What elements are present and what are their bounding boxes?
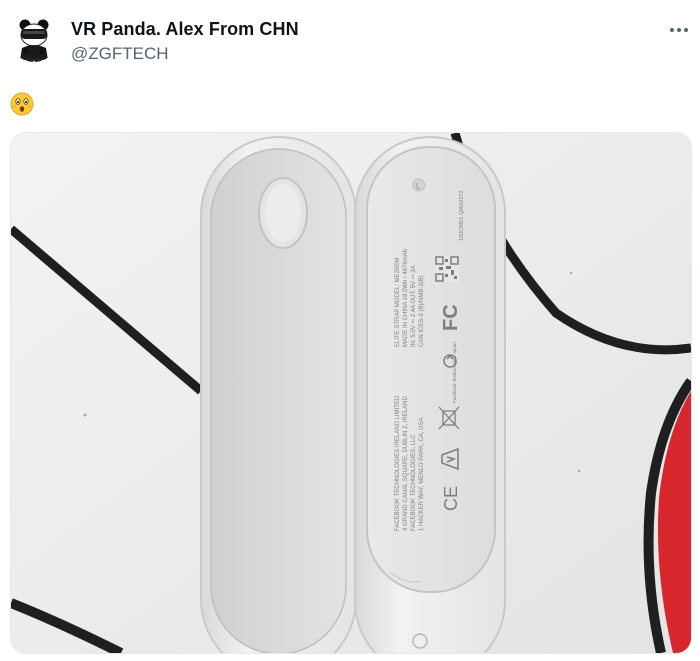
tweet-card: VR Panda. Alex From CHN @ZGFTECH L ELITE… bbox=[0, 0, 700, 661]
label-line-4: CAN ICES-3 (B)/NMB-3(B) bbox=[419, 275, 425, 347]
left-marker-text: L bbox=[416, 182, 421, 191]
recycle-text: Facebook Technologies Japan bbox=[452, 342, 457, 403]
right-small-text: 150C9B/1 QRH2372 bbox=[459, 191, 465, 241]
label-line-2: MADE IN CHINA 18.0Wh / 4676mAh bbox=[403, 249, 409, 347]
author-avatar[interactable] bbox=[10, 14, 58, 62]
astonished-face-emoji-icon bbox=[10, 92, 34, 116]
label-line-5: FACEBOOK TECHNOLOGIES IRELAND LIMITED bbox=[395, 395, 401, 531]
label-line-8: 1 HACKER WAY, MENLO PARK, CA, USA bbox=[419, 418, 425, 531]
ce-mark: CE bbox=[441, 486, 461, 511]
label-line-1: ELITE STRAP MODEL: ME29EM bbox=[395, 258, 401, 347]
label-line-6: 4 GRAND CANAL SQUARE, DUBLIN 2, IRELAND bbox=[403, 396, 409, 531]
photo-strap-cover: L ELITE STRAP MODEL: ME29EM MADE IN CHIN… bbox=[11, 133, 691, 653]
fcc-mark: FC bbox=[440, 304, 462, 331]
more-options-button[interactable] bbox=[664, 18, 694, 42]
post-photo[interactable]: L ELITE STRAP MODEL: ME29EM MADE IN CHIN… bbox=[10, 132, 692, 654]
author-display-name[interactable]: VR Panda. Alex From CHN bbox=[71, 19, 299, 40]
more-horizontal-icon bbox=[670, 28, 688, 32]
post-text-emoji bbox=[10, 92, 34, 116]
panda-vr-headset-avatar-icon bbox=[10, 14, 58, 62]
label-line-7: FACEBOOK TECHNOLOGIES, LLC bbox=[411, 434, 417, 531]
qr-code-icon bbox=[435, 256, 459, 282]
label-line-3: IN: 5.0V ⎓ 2.4A OUT: 5V ⎓ 3A bbox=[411, 265, 417, 347]
author-handle[interactable]: @ZGFTECH bbox=[71, 44, 169, 64]
